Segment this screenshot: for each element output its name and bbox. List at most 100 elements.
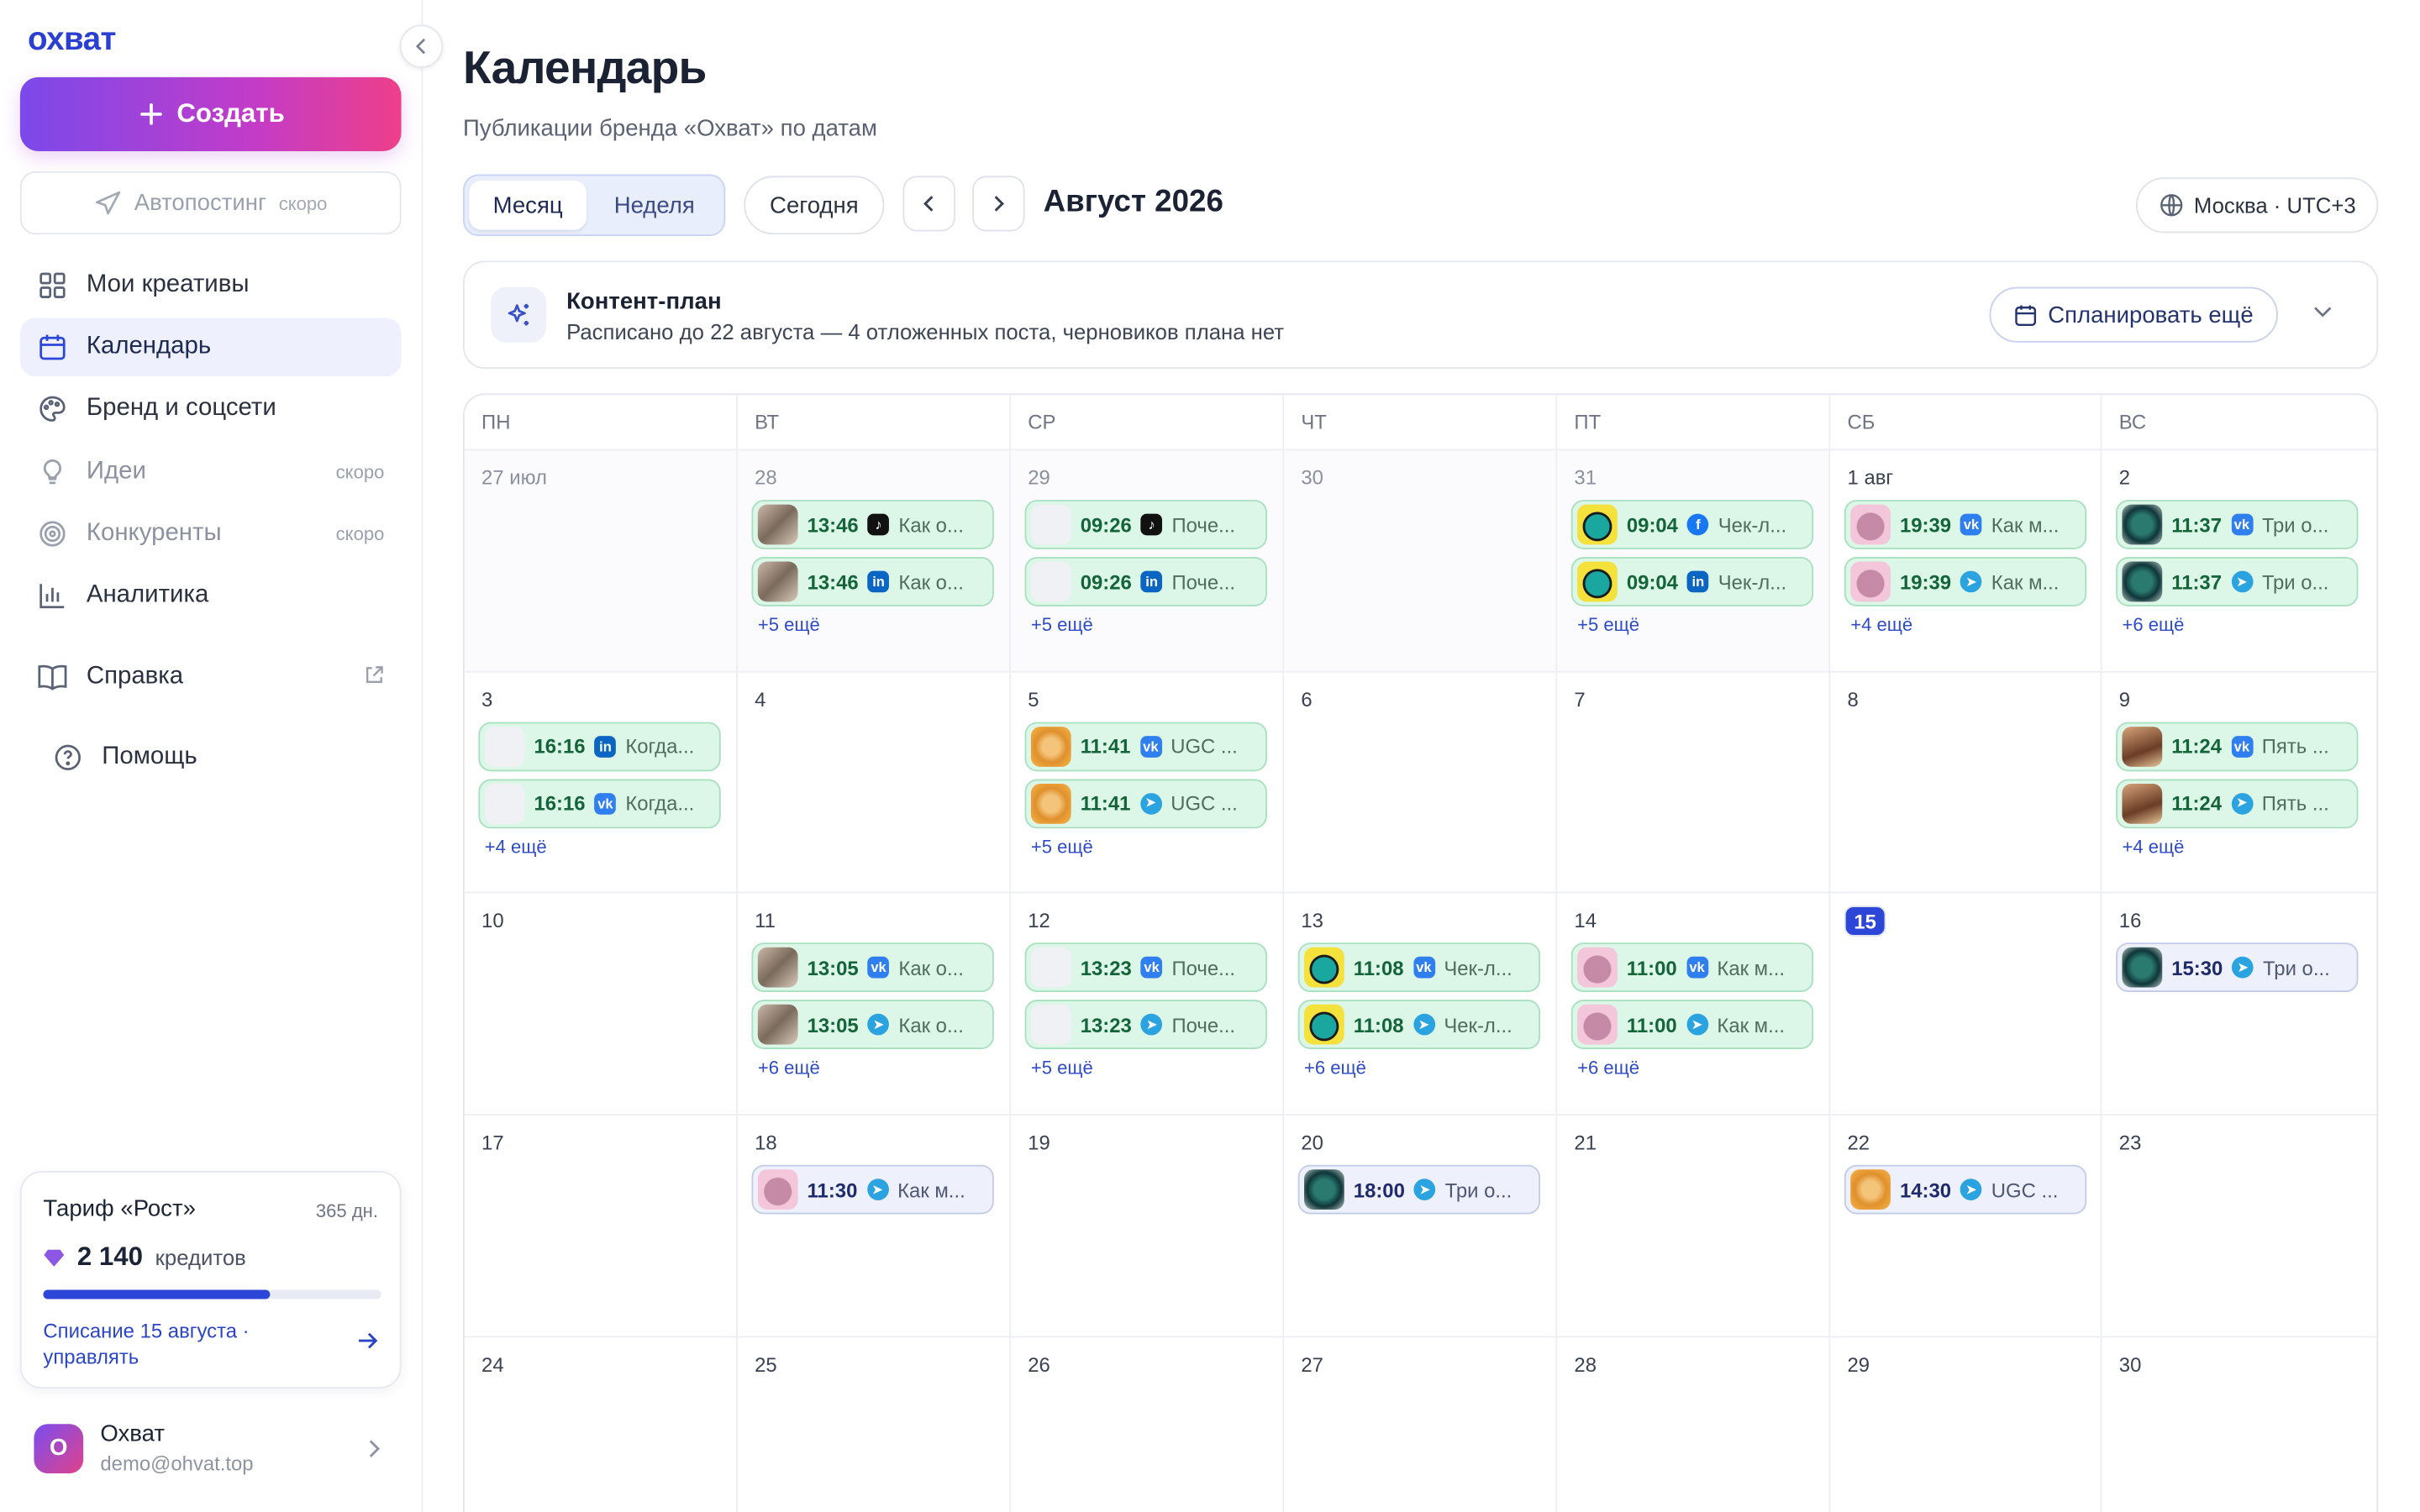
post-chip[interactable]: 11:24 vk Пять ... bbox=[2116, 722, 2359, 771]
day-cell[interactable]: 3 16:16 in Когда... 16:16 vk Когда... +4 ещё bbox=[464, 672, 738, 895]
create-button[interactable]: Создать bbox=[19, 76, 402, 151]
post-chip[interactable]: 13:05 vk Как о... bbox=[751, 942, 994, 993]
post-chip[interactable]: 09:04 f Чек-л... bbox=[1570, 500, 1814, 549]
day-cell[interactable]: 29 bbox=[1830, 1337, 2102, 1512]
day-cell[interactable]: 13 11:08 vk Чек-л... 11:08 ➤ Чек-л... +6 ещё bbox=[1284, 894, 1558, 1116]
day-cell[interactable]: 5 11:41 vk UGC ... 11:41 ➤ UGC ... +5 ещё bbox=[1011, 672, 1285, 895]
post-chip[interactable]: 13:46 in Как о... bbox=[751, 557, 994, 606]
chevron-down-icon[interactable] bbox=[2312, 299, 2333, 327]
day-cell[interactable]: 28 13:46 ♪ Как о... 13:46 in Как о... +5 ещё bbox=[737, 450, 1012, 673]
more-posts-link[interactable]: +5 ещё bbox=[1577, 614, 1639, 636]
post-chip[interactable]: 11:30 ➤ Как м... bbox=[751, 1164, 994, 1215]
day-cell[interactable]: 22 14:30 ➤ UGC ... bbox=[1830, 1116, 2102, 1338]
day-cell[interactable]: 20 18:00 ➤ Три о... bbox=[1284, 1116, 1558, 1338]
day-cell[interactable]: 30 bbox=[2102, 1337, 2377, 1512]
day-cell[interactable]: 27 bbox=[1284, 1337, 1558, 1512]
sidebar-item-creatives[interactable]: Мои креативы bbox=[20, 256, 402, 315]
prev-month-button[interactable] bbox=[902, 176, 955, 232]
sidebar-item-support[interactable]: Помощь bbox=[37, 728, 269, 787]
chevron-right-icon[interactable] bbox=[366, 1438, 381, 1467]
post-chip[interactable]: 11:08 vk Чек-л... bbox=[1297, 942, 1541, 993]
post-chip[interactable]: 09:04 in Чек-л... bbox=[1570, 557, 1814, 606]
day-cell[interactable]: 16 15:30 ➤ Три о... bbox=[2102, 894, 2377, 1116]
timezone-button[interactable]: Москва · UTC+3 bbox=[2135, 177, 2379, 234]
more-posts-link[interactable]: +6 ещё bbox=[2122, 614, 2184, 636]
post-chip[interactable]: 11:41 ➤ UGC ... bbox=[1024, 778, 1267, 828]
autopost-button[interactable]: Автопостинг скоро bbox=[19, 171, 402, 235]
day-cell[interactable]: 30 bbox=[1284, 450, 1558, 673]
sidebar-item-ideas[interactable]: Идеи скоро bbox=[20, 443, 402, 501]
post-chip[interactable]: 18:00 ➤ Три о... bbox=[1297, 1164, 1541, 1215]
day-cell[interactable]: 28 bbox=[1557, 1337, 1831, 1512]
more-posts-link[interactable]: +6 ещё bbox=[758, 1058, 820, 1079]
post-chip[interactable]: 14:30 ➤ UGC ... bbox=[1844, 1164, 2087, 1215]
day-cell[interactable]: 18 11:30 ➤ Как м... bbox=[737, 1116, 1012, 1338]
day-cell[interactable]: 12 13:23 vk Поче... 13:23 ➤ Поче... +5 ещё bbox=[1011, 894, 1285, 1116]
day-cell[interactable]: 21 bbox=[1557, 1116, 1831, 1338]
tab-month[interactable]: Месяц bbox=[469, 180, 587, 230]
day-cell[interactable]: 2 11:37 vk Три о... 11:37 ➤ Три о... +6 ещё bbox=[2102, 450, 2377, 673]
more-posts-link[interactable]: +4 ещё bbox=[485, 836, 547, 858]
day-cell[interactable]: 25 bbox=[737, 1337, 1012, 1512]
day-cell[interactable]: 14 11:00 vk Как м... 11:00 ➤ Как м... +6 ещё bbox=[1557, 894, 1831, 1116]
more-posts-link[interactable]: +5 ещё bbox=[1031, 614, 1093, 636]
arrow-right-icon[interactable] bbox=[356, 1330, 378, 1359]
day-cell[interactable]: 1 авг 19:39 vk Как м... 19:39 ➤ Как м... +4 ещё bbox=[1830, 450, 2102, 673]
more-posts-link[interactable]: +5 ещё bbox=[758, 614, 820, 636]
more-posts-link[interactable]: +6 ещё bbox=[1304, 1058, 1366, 1079]
more-posts-link[interactable]: +4 ещё bbox=[2122, 836, 2184, 858]
day-cell[interactable]: 26 bbox=[1011, 1337, 1285, 1512]
sidebar-item-brand[interactable]: Бренд и соцсети bbox=[20, 380, 402, 438]
collapse-sidebar-button[interactable] bbox=[399, 24, 444, 68]
day-cell[interactable]: 31 09:04 f Чек-л... 09:04 in Чек-л... +5 ещё bbox=[1557, 450, 1831, 673]
post-chip[interactable]: 15:30 ➤ Три о... bbox=[2116, 942, 2359, 993]
post-chip[interactable]: 13:05 ➤ Как о... bbox=[751, 1000, 994, 1050]
day-cell[interactable]: 10 bbox=[464, 894, 738, 1116]
post-chip[interactable]: 16:16 vk Когда... bbox=[478, 778, 721, 828]
more-posts-link[interactable]: +6 ещё bbox=[1577, 1058, 1639, 1079]
post-chip[interactable]: 11:08 ➤ Чек-л... bbox=[1297, 1000, 1541, 1050]
next-month-button[interactable] bbox=[972, 176, 1025, 232]
day-cell[interactable]: 29 09:26 ♪ Поче... 09:26 in Поче... +5 ещё bbox=[1011, 450, 1285, 673]
more-posts-link[interactable]: +5 ещё bbox=[1031, 836, 1093, 858]
today-button[interactable]: Сегодня bbox=[744, 176, 885, 235]
sidebar-item-analytics[interactable]: Аналитика bbox=[20, 566, 402, 625]
sidebar-item-help-docs[interactable]: Справка bbox=[20, 648, 402, 706]
day-cell[interactable]: 19 bbox=[1011, 1116, 1285, 1338]
sidebar-item-competitors[interactable]: Конкуренты скоро bbox=[20, 505, 402, 564]
day-cell[interactable]: 15 bbox=[1830, 894, 2102, 1116]
day-cell[interactable]: 27 июл bbox=[464, 450, 738, 673]
more-posts-link[interactable]: +4 ещё bbox=[1850, 614, 1912, 636]
day-cell[interactable]: 23 bbox=[2102, 1116, 2377, 1338]
sidebar-item-calendar[interactable]: Календарь bbox=[19, 318, 402, 377]
post-chip[interactable]: 19:39 ➤ Как м... bbox=[1844, 557, 2087, 606]
post-chip[interactable]: 13:23 ➤ Поче... bbox=[1024, 1000, 1267, 1050]
charge-manage-link[interactable]: Списание 15 августа · управлять bbox=[43, 1318, 321, 1370]
post-chip[interactable]: 16:16 in Когда... bbox=[478, 722, 721, 771]
post-chip[interactable]: 11:37 ➤ Три о... bbox=[2116, 557, 2359, 606]
day-cell[interactable]: 11 13:05 vk Как о... 13:05 ➤ Как о... +6 ещё bbox=[737, 894, 1012, 1116]
post-chip[interactable]: 09:26 ♪ Поче... bbox=[1024, 500, 1267, 549]
plan-more-button[interactable]: Спланировать ещё bbox=[1989, 286, 2278, 343]
post-chip[interactable]: 13:23 vk Поче... bbox=[1024, 942, 1267, 993]
post-chip[interactable]: 11:41 vk UGC ... bbox=[1024, 722, 1267, 771]
post-chip[interactable]: 13:46 ♪ Как о... bbox=[751, 500, 994, 549]
post-chip[interactable]: 11:37 vk Три о... bbox=[2116, 500, 2359, 549]
day-cell[interactable]: 6 bbox=[1284, 672, 1558, 895]
day-cell[interactable]: 7 bbox=[1557, 672, 1831, 895]
day-cell[interactable]: 24 bbox=[464, 1337, 738, 1512]
post-chip[interactable]: 19:39 vk Как м... bbox=[1844, 500, 2087, 549]
day-cell[interactable]: 8 bbox=[1830, 672, 2102, 895]
day-cell[interactable]: 17 bbox=[464, 1116, 738, 1338]
more-posts-link[interactable]: +5 ещё bbox=[1031, 1058, 1093, 1079]
post-chip[interactable]: 09:26 in Поче... bbox=[1024, 557, 1267, 606]
tab-week[interactable]: Неделя bbox=[590, 181, 719, 230]
app-logo[interactable]: охват bbox=[28, 22, 116, 59]
day-cell[interactable]: 4 bbox=[737, 672, 1012, 895]
day-cell[interactable]: 9 11:24 vk Пять ... 11:24 ➤ Пять ... +4 ещё bbox=[2102, 672, 2377, 895]
user-profile[interactable]: О Охват demo@ohvat.top bbox=[34, 1421, 254, 1475]
post-chip[interactable]: 11:24 ➤ Пять ... bbox=[2116, 778, 2359, 828]
post-chip[interactable]: 11:00 ➤ Как м... bbox=[1570, 1000, 1814, 1050]
post-chip[interactable]: 11:00 vk Как м... bbox=[1570, 942, 1814, 993]
telegram-icon: ➤ bbox=[1960, 570, 1982, 593]
